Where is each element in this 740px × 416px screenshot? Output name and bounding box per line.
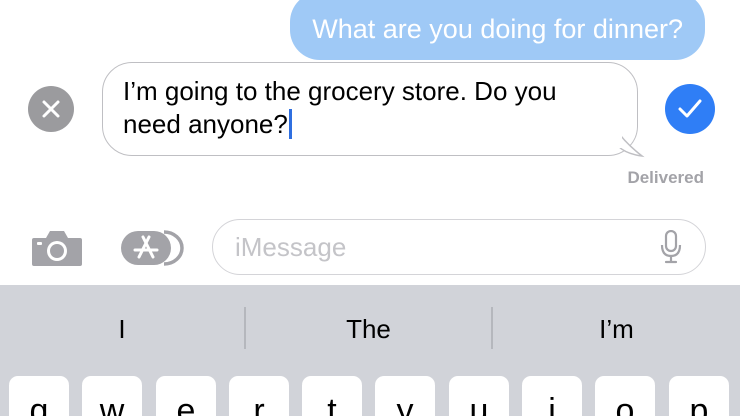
- suggestion-1[interactable]: I: [0, 285, 244, 373]
- key-q[interactable]: q: [9, 376, 69, 416]
- checkmark-icon: [678, 99, 702, 118]
- suggestion-3[interactable]: I’m: [493, 285, 740, 373]
- key-t[interactable]: t: [302, 376, 362, 416]
- text-caret: [288, 109, 292, 139]
- edit-message-text: I’m going to the grocery store. Do you n…: [123, 76, 557, 139]
- key-i[interactable]: i: [522, 376, 582, 416]
- key-w[interactable]: w: [82, 376, 142, 416]
- app-store-icon: [121, 230, 184, 266]
- key-y[interactable]: y: [375, 376, 435, 416]
- key-r[interactable]: r: [229, 376, 289, 416]
- edit-message-field[interactable]: I’m going to the grocery store. Do you n…: [102, 62, 638, 156]
- imessage-input[interactable]: [212, 219, 706, 275]
- camera-button[interactable]: [30, 228, 84, 268]
- key-o[interactable]: o: [595, 376, 655, 416]
- microphone-icon[interactable]: [660, 230, 682, 264]
- key-p[interactable]: p: [669, 376, 729, 416]
- close-icon: [42, 100, 60, 118]
- delivery-status: Delivered: [627, 168, 704, 187]
- camera-icon: [32, 231, 82, 266]
- confirm-edit-button[interactable]: [665, 84, 715, 134]
- app-store-button[interactable]: [120, 228, 184, 268]
- cancel-edit-button[interactable]: [28, 86, 74, 132]
- sent-message-bubble: What are you doing for dinner?: [290, 0, 705, 60]
- suggestion-2[interactable]: The: [246, 285, 491, 373]
- sent-message-text: What are you doing for dinner?: [312, 14, 683, 44]
- key-e[interactable]: e: [156, 376, 216, 416]
- key-u[interactable]: u: [449, 376, 509, 416]
- predictive-bar: I The I’m: [0, 285, 740, 373]
- bubble-tail: [616, 128, 645, 158]
